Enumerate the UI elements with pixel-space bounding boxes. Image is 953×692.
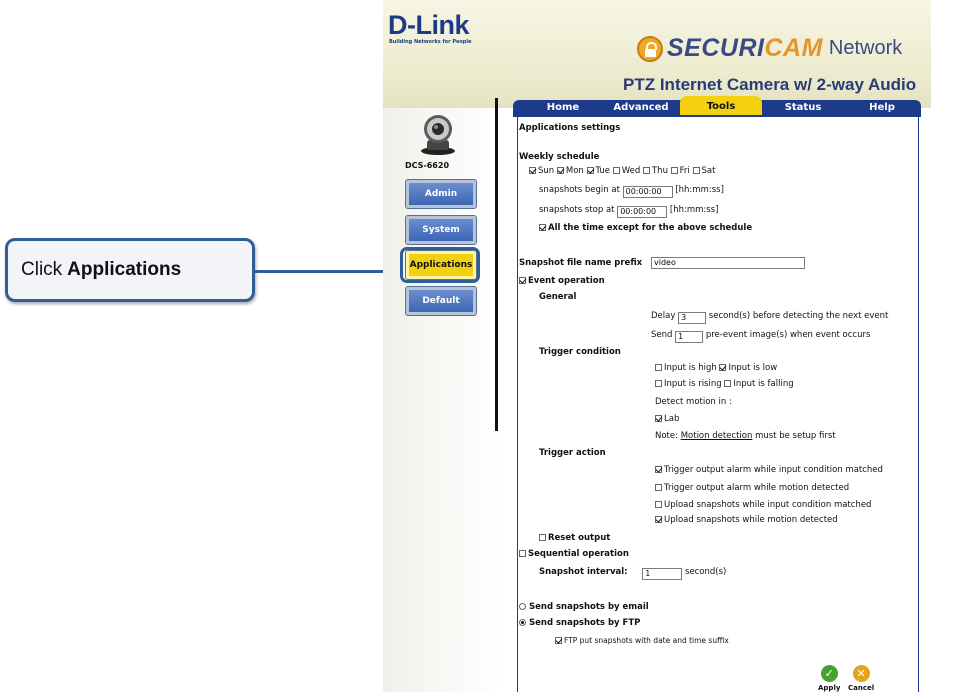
input-rising-falling-row: Input is rising Input is falling [655, 379, 794, 390]
model-label: DCS-6620 [405, 161, 450, 170]
product-title: PTZ Internet Camera w/ 2-way Audio [623, 75, 917, 94]
checkbox[interactable] [655, 364, 662, 371]
weekly-schedule-heading: Weekly schedule [519, 152, 600, 162]
prefix-label: Snapshot file name prefix [519, 258, 643, 268]
checkbox[interactable] [655, 516, 662, 523]
cancel-button[interactable]: ✕ Cancel [848, 665, 874, 692]
day-wed[interactable]: Wed [612, 166, 640, 176]
motion-detection-link[interactable]: Motion detection [681, 431, 753, 441]
checkbox[interactable] [555, 637, 562, 644]
input-high[interactable]: Input is high [655, 363, 717, 373]
section-title: Applications settings [519, 123, 621, 133]
pre-event-input[interactable]: 1 [675, 331, 704, 343]
checkbox[interactable] [655, 501, 662, 508]
checkbox[interactable] [556, 167, 564, 174]
checkbox[interactable] [724, 380, 732, 387]
ftp-suffix-option[interactable]: FTP put snapshots with date and time suf… [555, 635, 729, 646]
event-operation[interactable]: Event operation [519, 276, 605, 287]
dlink-logo: D-Link [388, 10, 470, 40]
checkbox[interactable] [539, 224, 546, 231]
send-ftp-option[interactable]: Send snapshots by FTP [519, 618, 640, 629]
callout-connector [255, 270, 400, 273]
radio[interactable] [519, 619, 526, 626]
checkbox[interactable] [539, 534, 546, 541]
interval-input[interactable]: 1 [642, 568, 683, 580]
all-time-row[interactable]: All the time except for the above schedu… [539, 223, 752, 234]
checkbox[interactable] [719, 364, 727, 371]
action-upload-input[interactable]: Upload snapshots while input condition m… [655, 500, 871, 511]
stop-row: snapshots stop at 00:00:00 [hh:mm:ss] [539, 205, 719, 218]
begin-time-input[interactable]: 00:00:00 [622, 186, 673, 198]
checkbox[interactable] [655, 484, 662, 491]
tab-status[interactable]: Status [766, 100, 840, 115]
lock-icon [637, 35, 663, 62]
radio[interactable] [519, 603, 526, 610]
prefix-input[interactable]: video [651, 257, 805, 269]
check-icon: ✓ [820, 665, 838, 682]
checkbox[interactable] [655, 466, 662, 473]
action-output-motion[interactable]: Trigger output alarm while motion detect… [655, 483, 849, 494]
checkbox[interactable] [655, 380, 662, 387]
checkbox[interactable] [692, 167, 700, 174]
checkbox[interactable] [519, 550, 526, 557]
applications-highlight [400, 247, 480, 283]
trigger-condition-heading: Trigger condition [539, 347, 621, 357]
input-falling[interactable]: Input is falling [724, 379, 794, 389]
apply-button[interactable]: ✓ Apply [818, 665, 840, 692]
trigger-action-heading: Trigger action [539, 448, 606, 458]
day-tue[interactable]: Tue [586, 166, 610, 176]
checkbox[interactable] [670, 167, 678, 174]
instruction-callout: Click Applications [5, 238, 255, 302]
camera-web-ui: D-Link Building Networks for People SECU… [383, 0, 931, 692]
send-row: Send 1 pre-event image(s) when event occ… [651, 330, 871, 343]
sidebar-divider [495, 98, 498, 431]
tab-tools[interactable]: Tools [680, 98, 762, 115]
sequential-operation[interactable]: Sequential operation [519, 549, 629, 560]
logo-tagline: Building Networks for People [389, 39, 472, 45]
checkbox[interactable] [519, 277, 526, 284]
securicam-brand: SECURICAM Network [637, 34, 902, 63]
sidebar-item-default[interactable]: Default [405, 286, 477, 316]
input-rising[interactable]: Input is rising [655, 379, 722, 389]
brand-name: SECURICAM [667, 34, 823, 62]
action-upload-motion[interactable]: Upload snapshots while motion detected [655, 515, 838, 526]
motion-note: Note: Motion detection must be setup fir… [655, 431, 836, 441]
day-fri[interactable]: Fri [670, 166, 690, 176]
interval-row: Snapshot interval: 1 second(s) [539, 567, 727, 580]
camera-icon [421, 115, 455, 155]
delay-row: Delay 3 second(s) before detecting the n… [651, 311, 889, 324]
send-email-option[interactable]: Send snapshots by email [519, 602, 649, 613]
lab-option[interactable]: Lab [655, 414, 679, 425]
callout-prefix: Click [21, 259, 63, 280]
checkbox[interactable] [529, 167, 536, 174]
tab-advanced[interactable]: Advanced [605, 100, 677, 115]
checkbox[interactable] [642, 167, 650, 174]
stop-time-input[interactable]: 00:00:00 [617, 206, 668, 218]
checkbox[interactable] [612, 167, 620, 174]
input-low[interactable]: Input is low [719, 363, 777, 373]
day-checkboxes: Sun Mon Tue Wed Thu Fri Sat [529, 166, 715, 177]
delay-input[interactable]: 3 [678, 312, 707, 324]
tab-help[interactable]: Help [845, 100, 919, 115]
begin-row: snapshots begin at 00:00:00 [hh:mm:ss] [539, 185, 724, 198]
callout-target: Applications [67, 259, 182, 280]
day-sat[interactable]: Sat [692, 166, 715, 176]
day-sun[interactable]: Sun [529, 166, 554, 176]
action-output-input[interactable]: Trigger output alarm while input conditi… [655, 465, 883, 476]
sidebar-item-admin[interactable]: Admin [405, 179, 477, 209]
close-icon: ✕ [852, 665, 870, 682]
brand-network: Network [828, 37, 903, 59]
reset-output[interactable]: Reset output [539, 533, 610, 544]
checkbox[interactable] [655, 415, 662, 422]
sidebar-item-system[interactable]: System [405, 215, 477, 245]
day-thu[interactable]: Thu [642, 166, 668, 176]
general-heading: General [539, 292, 577, 302]
input-high-low-row: Input is high Input is low [655, 363, 777, 374]
day-mon[interactable]: Mon [556, 166, 584, 176]
checkbox[interactable] [586, 167, 594, 174]
detect-motion-label: Detect motion in : [655, 397, 732, 407]
tab-home[interactable]: Home [528, 100, 598, 115]
